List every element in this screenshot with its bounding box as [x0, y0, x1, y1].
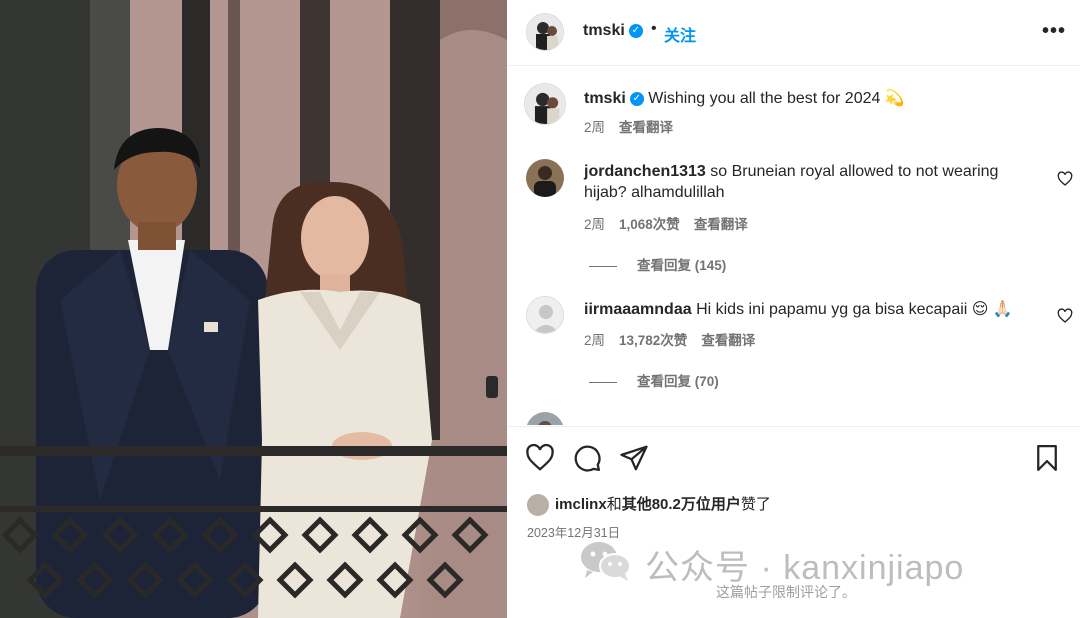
- comment-translate-link[interactable]: 查看翻译: [694, 217, 748, 232]
- heart-icon[interactable]: [1057, 308, 1073, 324]
- comment-avatar[interactable]: [526, 159, 564, 197]
- bookmark-icon[interactable]: [1032, 443, 1062, 473]
- comment-username[interactable]: jordanchen1313: [584, 163, 706, 180]
- post-photo: [0, 0, 507, 618]
- caption-avatar[interactable]: [524, 83, 566, 125]
- wechat-logo-icon: [581, 542, 631, 581]
- view-replies-button[interactable]: 查看回复 (70): [589, 370, 719, 390]
- comments-closed-notice: 这篇帖子限制评论了。: [716, 584, 856, 600]
- comment-text-block: jordanchen1313 so Bruneian royal allowed…: [584, 161, 1024, 203]
- comment-time: 2周: [584, 217, 606, 232]
- view-replies-button[interactable]: 查看回复 (145): [589, 254, 726, 274]
- caption-time: 2周: [584, 120, 606, 135]
- view-replies-label[interactable]: 查看回复 (70): [637, 374, 719, 389]
- comments-scroll-area[interactable]: tmski ✓ Wishing you all the best for 2024…: [507, 67, 1080, 425]
- comment-meta: 2周 1,068次赞 查看翻译: [584, 213, 748, 233]
- caption: tmski ✓ Wishing you all the best for 2024…: [584, 88, 905, 108]
- comment-avatar[interactable]: [526, 296, 564, 334]
- post-date[interactable]: 2023年12月31日: [527, 522, 620, 541]
- author-avatar[interactable]: [526, 13, 564, 51]
- comment-text-block: iirmaaamndaa Hi kids ini papamu yg ga bi…: [584, 299, 1024, 320]
- caption-translate-link[interactable]: 查看翻译: [619, 120, 673, 135]
- post-photo-illustration: [0, 0, 507, 618]
- verified-icon: ✓: [629, 91, 644, 106]
- header-separator: •: [651, 20, 657, 37]
- follow-button[interactable]: 关注: [664, 22, 696, 46]
- likes-others[interactable]: 其他80.2万位用户: [622, 496, 741, 513]
- comment-username[interactable]: iirmaaamndaa: [584, 301, 692, 318]
- author-username[interactable]: tmski ✓: [583, 22, 643, 40]
- more-options-icon[interactable]: •••: [1040, 18, 1068, 46]
- author-username-text[interactable]: tmski: [583, 22, 625, 39]
- comment-icon[interactable]: [572, 443, 602, 473]
- likes-suffix: 赞了: [740, 496, 771, 513]
- likes-summary[interactable]: imclinx和其他80.2万位用户赞了: [527, 493, 771, 517]
- heart-icon[interactable]: [525, 443, 555, 473]
- replies-line: [589, 265, 617, 267]
- share-icon[interactable]: [619, 443, 649, 473]
- likes-joiner: 和: [606, 496, 622, 513]
- caption-meta: 2周 查看翻译: [584, 116, 673, 136]
- heart-icon[interactable]: [1057, 171, 1073, 187]
- post-header: tmski ✓ • 关注 •••: [507, 0, 1080, 66]
- comment-body: Hi kids ini papamu yg ga bisa kecapaii 😌…: [696, 301, 1013, 318]
- post-actions-bar: [507, 426, 1080, 486]
- caption-username[interactable]: tmski: [584, 90, 626, 107]
- post-details-panel: tmski ✓ • 关注 ••• tmski ✓ Wishing you all t…: [507, 0, 1080, 618]
- view-replies-label[interactable]: 查看回复 (145): [637, 258, 726, 273]
- comment-likes[interactable]: 13,782次赞: [619, 333, 687, 348]
- liker-avatar[interactable]: [527, 494, 549, 517]
- comment-translate-link[interactable]: 查看翻译: [701, 333, 755, 348]
- replies-line: [589, 381, 617, 383]
- verified-icon: ✓: [628, 23, 643, 38]
- watermark: 公众号 · kanxinjiapo: [579, 540, 1079, 587]
- comment-time: 2周: [584, 333, 606, 348]
- comment-meta: 2周 13,782次赞 查看翻译: [584, 329, 755, 349]
- comment-avatar[interactable]: [526, 412, 564, 425]
- liker-username[interactable]: imclinx: [555, 496, 607, 513]
- caption-text: Wishing you all the best for 2024 💫: [648, 90, 905, 107]
- comment-likes[interactable]: 1,068次赞: [619, 217, 680, 232]
